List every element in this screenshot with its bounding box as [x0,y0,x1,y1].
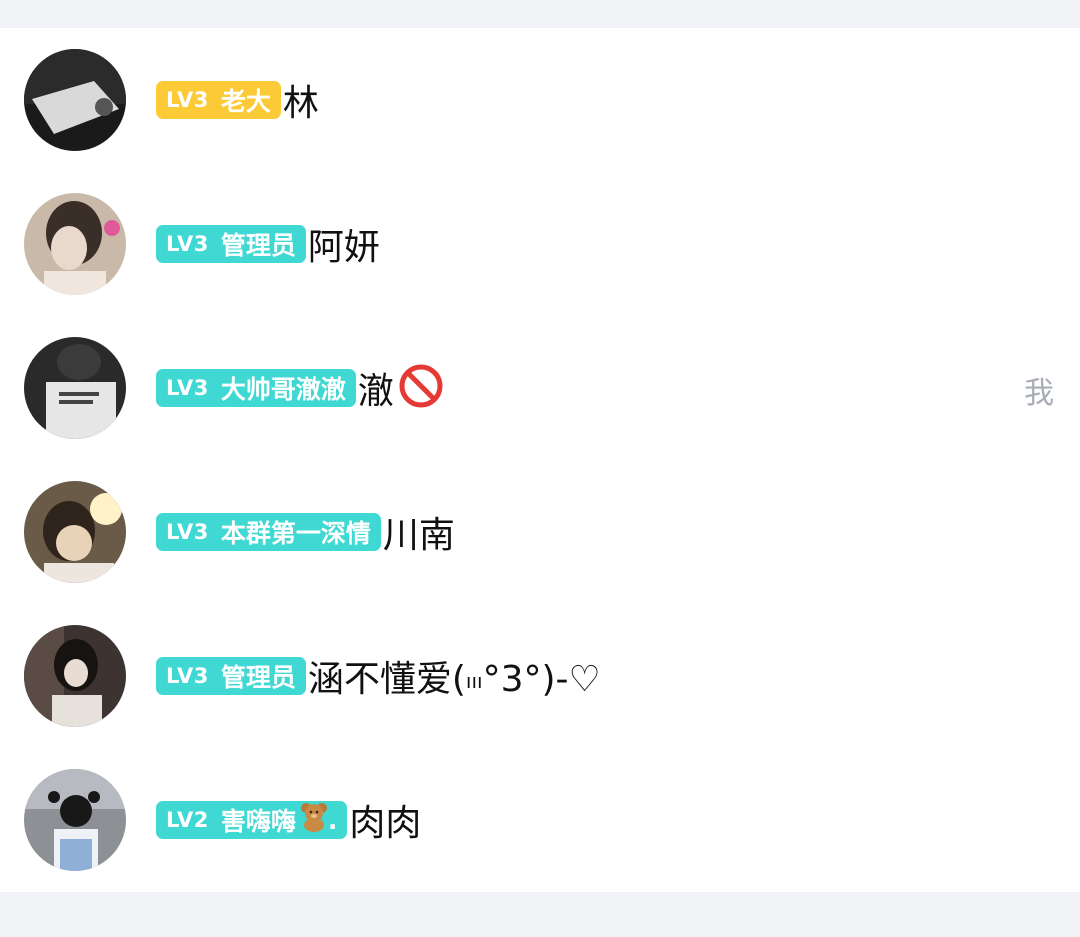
member-row[interactable]: LV2 害嗨嗨 . 肉肉 [0,748,1080,892]
title-suffix: . [327,805,338,835]
title-text: 老大 [220,87,271,116]
avatar[interactable] [24,769,126,871]
avatar[interactable] [24,481,126,583]
title-text: 管理员 [220,663,296,692]
avatar[interactable] [24,193,126,295]
member-name-line: LV3 老大 林 [156,80,319,124]
member-row[interactable]: LV3 老大 林 [0,28,1080,172]
member-name-line: LV3 管理员 阿妍 [156,224,380,268]
member-name-line: LV3 大帅哥澈澈 澈 [156,364,444,412]
member-name-main: 涵不懂爱( [307,659,466,700]
level-badge: LV3 老大 [156,81,281,119]
avatar[interactable] [24,625,126,727]
level-badge: LV3 本群第一深情 [156,513,381,551]
level-text: LV3 [166,664,209,688]
member-name: 川南 [382,515,455,556]
member-name: 涵不懂爱(ııı°3°)-♡ [308,650,601,702]
level-text: LV3 [166,520,209,544]
member-row[interactable]: LV3 大帅哥澈澈 澈 我 [0,316,1080,460]
title-text: 害嗨嗨 [220,807,296,836]
member-name: 阿妍 [307,227,380,268]
member-row[interactable]: LV3 管理员 阿妍 [0,172,1080,316]
level-badge: LV3 管理员 [156,225,306,263]
self-tag: 我 [1024,376,1054,411]
title-text: 大帅哥澈澈 [220,375,346,404]
level-badge: LV2 害嗨嗨 . [156,801,348,839]
level-text: LV3 [166,88,209,112]
member-name-line: LV3 本群第一深情 川南 [156,512,455,556]
level-badge: LV3 管理员 [156,657,306,695]
avatar[interactable] [24,337,126,439]
member-name: 澈 [357,371,394,412]
title-text: 管理员 [220,231,296,260]
member-row[interactable]: LV3 本群第一深情 川南 [0,460,1080,604]
top-header-strip [0,0,1080,28]
member-list: LV3 老大 林 LV3 管理员 阿妍 LV3 大帅哥澈澈 澈 我 LV3 本群… [0,28,1080,892]
member-name-line: LV2 害嗨嗨 . 肉肉 [156,800,421,844]
member-name-line: LV3 管理员 涵不懂爱(ııı°3°)-♡ [156,656,601,700]
title-text: 本群第一深情 [220,519,371,548]
member-name: 林 [282,83,319,124]
prohibited-icon [398,363,444,413]
member-name-emoticon: ııı [465,669,483,693]
level-text: LV3 [166,232,209,256]
teddy-bear-icon [300,802,328,838]
member-name-suffix: °3°)-♡ [482,659,601,700]
avatar[interactable] [24,49,126,151]
bottom-footer-strip [0,892,1080,937]
level-text: LV3 [166,376,209,400]
member-name: 肉肉 [349,803,422,844]
member-row[interactable]: LV3 管理员 涵不懂爱(ııı°3°)-♡ [0,604,1080,748]
level-text: LV2 [166,808,209,832]
level-badge: LV3 大帅哥澈澈 [156,369,356,407]
